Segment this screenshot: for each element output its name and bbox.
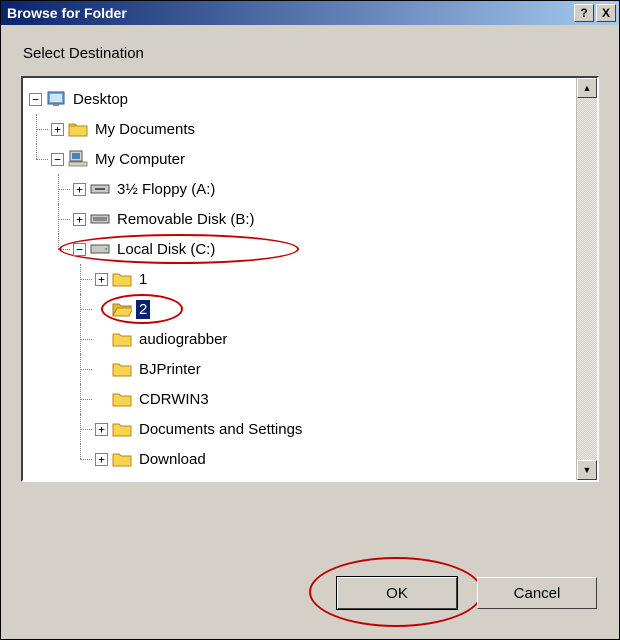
tree-item-mycomputer[interactable]: My Computer	[92, 150, 188, 169]
folder-icon	[112, 270, 132, 288]
scroll-down-button[interactable]: ▼	[577, 460, 597, 480]
tree-item-floppy[interactable]: 3½ Floppy (A:)	[114, 180, 218, 199]
removable-drive-icon	[90, 210, 110, 228]
help-button[interactable]: ?	[574, 4, 594, 22]
tree-item-docs-settings[interactable]: Documents and Settings	[136, 420, 305, 439]
expander-mycomputer[interactable]: −	[51, 153, 64, 166]
tree-item-removable[interactable]: Removable Disk (B:)	[114, 210, 258, 229]
folder-icon	[68, 120, 88, 138]
computer-icon	[68, 150, 88, 168]
expander-folder-1[interactable]: +	[95, 273, 108, 286]
expander-docs-settings[interactable]: +	[95, 423, 108, 436]
tree-item-desktop[interactable]: Desktop	[70, 90, 131, 109]
tree-item-audiograbber[interactable]: audiograbber	[136, 330, 230, 349]
expander-desktop[interactable]: −	[29, 93, 42, 106]
titlebar: Browse for Folder ? X	[1, 1, 619, 25]
browse-folder-dialog: Browse for Folder ? X Select Destination…	[0, 0, 620, 640]
close-button[interactable]: X	[596, 4, 616, 22]
expander-removable[interactable]: +	[73, 213, 86, 226]
tree-item-folder-1[interactable]: 1	[136, 270, 150, 289]
tree-item-cdrwin3[interactable]: CDRWIN3	[136, 390, 212, 409]
folder-icon	[112, 450, 132, 468]
scroll-track[interactable]	[577, 98, 597, 460]
expander-mydocs[interactable]: +	[51, 123, 64, 136]
folder-icon	[112, 360, 132, 378]
vertical-scrollbar[interactable]: ▲ ▼	[576, 78, 597, 480]
floppy-drive-icon	[90, 180, 110, 198]
title-text: Browse for Folder	[7, 5, 127, 21]
titlebar-buttons: ? X	[574, 4, 616, 22]
cancel-button[interactable]: Cancel	[477, 577, 597, 609]
tree-item-localdisk[interactable]: Local Disk (C:)	[114, 240, 218, 259]
desktop-icon	[46, 90, 66, 108]
expander-floppy[interactable]: +	[73, 183, 86, 196]
tree-item-download[interactable]: Download	[136, 450, 209, 469]
tree-item-mydocuments[interactable]: My Documents	[92, 120, 198, 139]
dialog-buttons: OK Cancel	[337, 577, 597, 609]
prompt-label: Select Destination	[1, 25, 619, 76]
tree-item-bjprinter[interactable]: BJPrinter	[136, 360, 204, 379]
expander-localdisk[interactable]: −	[73, 243, 86, 256]
folder-tree-container: − Desktop +	[21, 76, 599, 482]
scroll-up-button[interactable]: ▲	[577, 78, 597, 98]
folder-icon	[112, 330, 132, 348]
folder-tree[interactable]: − Desktop +	[23, 78, 576, 480]
folder-icon	[112, 390, 132, 408]
hard-drive-icon	[90, 240, 110, 258]
expander-download[interactable]: +	[95, 453, 108, 466]
ok-button[interactable]: OK	[337, 577, 457, 609]
tree-item-folder-2[interactable]: 2	[136, 300, 150, 319]
folder-icon	[112, 420, 132, 438]
folder-open-icon	[112, 300, 132, 318]
